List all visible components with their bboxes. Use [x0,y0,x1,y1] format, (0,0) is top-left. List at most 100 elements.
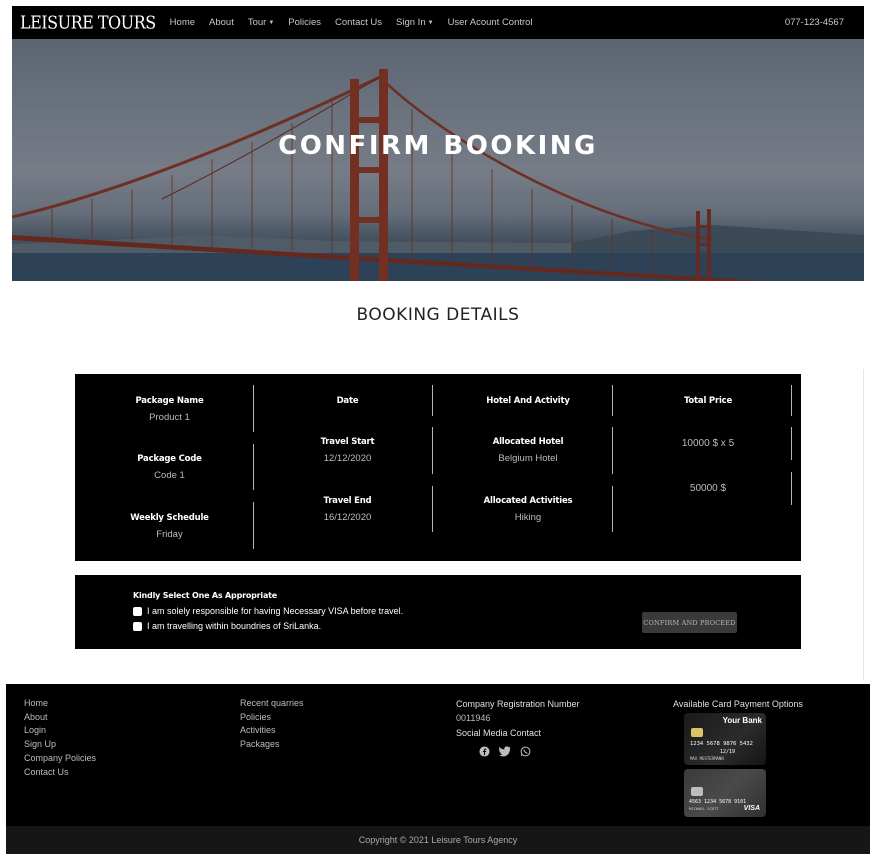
allocated-hotel-cell: Allocated Hotel Belgium Hotel [455,437,601,464]
visa-logo: VISA [743,805,760,812]
card-expiry: 12/19 [720,749,736,755]
local-travel-checkbox[interactable] [133,621,142,631]
divider [612,486,613,532]
travel-start-label: Travel Start [320,437,375,447]
nav-user-account-control[interactable]: User Acount Control [448,17,533,28]
confirm-and-proceed-button[interactable]: CONFIRM AND PROCEED [642,612,737,633]
nav-signin-label: Sign In [396,17,426,28]
footer-link-activities[interactable]: Activities [240,724,304,738]
card-chip-icon [691,728,703,737]
copyright-text: Copyright © 2021 Leisure Tours Agency [358,835,518,845]
navbar: LEISURE TOURS Home About Tour ▼ Policies … [12,6,864,39]
nav-tour-label: Tour [247,17,267,28]
footer-link-about[interactable]: About [24,711,96,725]
visa-option-label[interactable]: I am solely responsible for having Neces… [147,606,403,616]
booking-details-panel: Package Name Product 1 Package Code Code… [75,374,801,561]
travel-end-value: 16/12/2020 [323,512,372,523]
confirmation-heading: Kindly Select One As Appropriate [133,591,278,600]
divider [791,385,792,416]
hero-title: CONFIRM BOOKING [278,131,598,161]
visa-card-image: 4563 1234 5678 9101 MICHAEL SCOTT VISA [684,769,766,817]
card-bank-name: Your Bank [722,716,762,725]
allocated-activities-cell: Allocated Activities Hiking [455,496,601,523]
brand-logo[interactable]: LEISURE TOURS [20,12,156,33]
package-name-value: Product 1 [149,412,190,423]
divider [253,385,254,432]
footer-link-recent-queries[interactable]: Recent quarries [240,697,304,711]
total-price-label: Total Price [683,396,733,406]
copyright-bar: Copyright © 2021 Leisure Tours Agency [6,826,870,854]
footer-links-secondary: Recent quarries Policies Activities Pack… [240,697,304,752]
footer-payment-info: Available Card Payment Options [673,697,803,711]
confirmation-panel: Kindly Select One As Appropriate I am so… [75,575,801,649]
caret-down-icon: ▼ [427,20,434,26]
hotel-activity-cell: Hotel And Activity [455,396,601,412]
nav-policies[interactable]: Policies [288,17,321,28]
divider [253,444,254,490]
divider [612,427,613,474]
travel-end-cell: Travel End 16/12/2020 [275,496,420,523]
hotel-activity-label: Hotel And Activity [486,396,570,406]
allocated-activities-label: Allocated Activities [483,496,573,506]
local-travel-option-row: I am travelling within boundries of SriL… [133,621,321,631]
footer-company-info: Company Registration Number 0011946 Soci… [456,697,580,760]
whatsapp-icon[interactable] [520,746,531,760]
footer-link-policies[interactable]: Policies [240,711,304,725]
footer-link-packages[interactable]: Packages [240,738,304,752]
package-name-cell: Package Name Product 1 [97,396,242,423]
allocated-activities-value: Hiking [514,512,542,523]
package-code-label: Package Code [137,454,202,464]
visa-card-number: 4563 1234 5678 9101 [689,799,747,805]
registration-number: 0011946 [456,713,491,723]
registration-label: Company Registration Number [456,699,580,709]
footer-link-home[interactable]: Home [24,697,96,711]
divider [253,502,254,549]
package-name-label: Package Name [135,396,204,406]
section-title: BOOKING DETAILS [356,305,520,325]
travel-start-cell: Travel Start 12/12/2020 [275,437,420,464]
caret-down-icon: ▼ [268,20,275,26]
total-price-value: 50000 $ [689,483,727,494]
nav-tour-dropdown[interactable]: Tour ▼ [248,17,274,28]
price-calculation-value: 10000 $ x 5 [681,438,735,449]
bank-card-image: Your Bank 1234 5678 9876 5432 12/19 MAX … [684,713,766,765]
page-edge-line [863,369,864,680]
nav-signin-dropdown[interactable]: Sign In ▼ [396,17,434,28]
card-number: 1234 5678 9876 5432 [690,741,753,747]
allocated-hotel-value: Belgium Hotel [498,453,558,464]
divider [791,427,792,460]
price-calculation-cell: 10000 $ x 5 [635,438,781,449]
social-media-label: Social Media Contact [456,728,542,738]
footer-link-signup[interactable]: Sign Up [24,738,96,752]
footer-link-company-policies[interactable]: Company Policies [24,752,96,766]
phone-number: 077-123-4567 [784,17,844,28]
weekly-schedule-label: Weekly Schedule [130,513,209,523]
divider [612,385,613,416]
card-chip-icon [691,787,703,796]
visa-checkbox[interactable] [133,606,142,616]
allocated-hotel-label: Allocated Hotel [492,437,564,447]
footer: Home About Login Sign Up Company Policie… [6,684,870,854]
facebook-icon[interactable] [479,746,490,760]
twitter-icon[interactable] [499,746,511,760]
payment-options-label: Available Card Payment Options [673,699,803,709]
nav-contact[interactable]: Contact Us [335,17,382,28]
total-price-value-cell: 50000 $ [635,483,781,494]
footer-link-login[interactable]: Login [24,724,96,738]
local-travel-option-label[interactable]: I am travelling within boundries of SriL… [147,621,321,631]
social-icons [479,746,580,760]
page: LEISURE TOURS Home About Tour ▼ Policies … [0,0,876,858]
card-holder: MAX MUSTERMANN [690,756,724,761]
divider [432,427,433,474]
weekly-schedule-value: Friday [156,529,183,540]
footer-links-main: Home About Login Sign Up Company Policie… [24,697,96,779]
visa-card-holder: MICHAEL SCOTT [689,806,719,811]
hero-banner: CONFIRM BOOKING [12,39,864,281]
divider [432,486,433,532]
divider [791,472,792,505]
nav-about[interactable]: About [209,17,234,28]
package-code-cell: Package Code Code 1 [97,454,242,481]
nav-home[interactable]: Home [170,17,195,28]
date-label: Date [336,396,359,406]
footer-link-contact[interactable]: Contact Us [24,766,96,780]
